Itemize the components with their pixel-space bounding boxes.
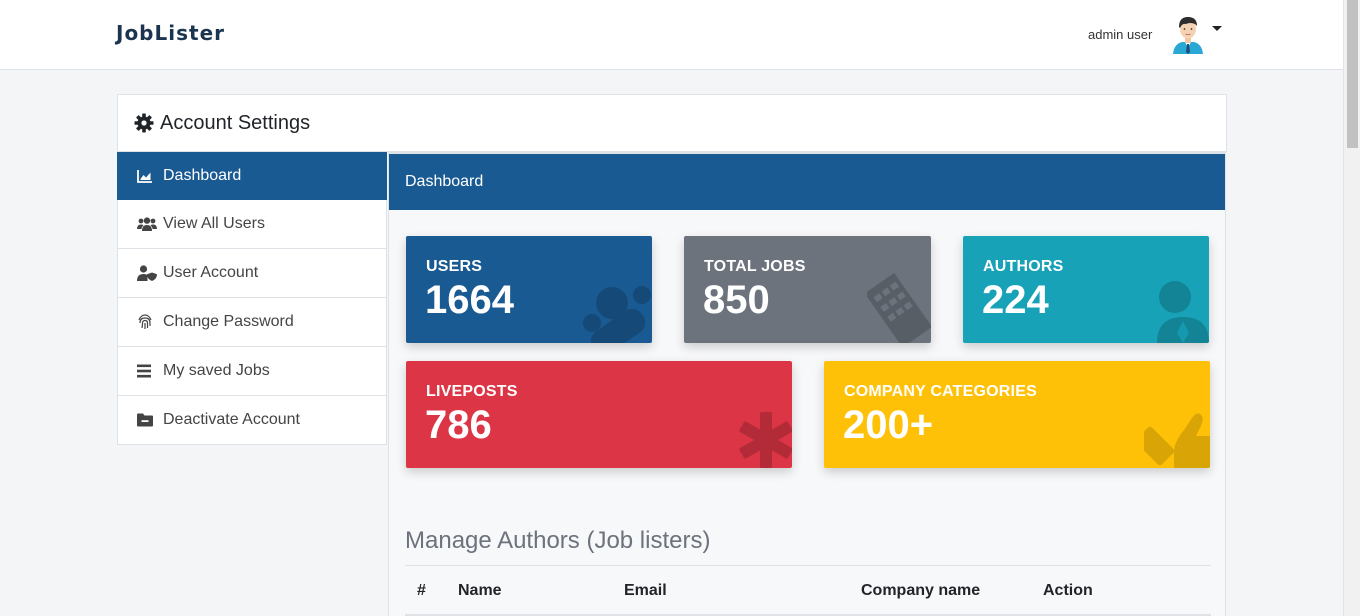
fingerprint-icon bbox=[137, 314, 157, 330]
stat-label: LIVEPOSTS bbox=[426, 383, 518, 400]
sidebar-item-label: Change Password bbox=[163, 313, 294, 330]
stat-value: 1664 bbox=[425, 278, 514, 322]
column-header-action[interactable]: Action bbox=[1043, 582, 1093, 600]
chevron-down-icon[interactable] bbox=[1212, 25, 1223, 31]
column-header-email[interactable]: Email bbox=[624, 582, 667, 600]
user-shield-icon bbox=[137, 265, 157, 281]
stat-value: 200+ bbox=[843, 403, 934, 447]
section-title: Manage Authors (Job listers) bbox=[405, 527, 711, 554]
column-header-name[interactable]: Name bbox=[458, 582, 502, 600]
main-header: Dashboard bbox=[389, 152, 1225, 210]
user-menu[interactable]: admin user bbox=[1088, 12, 1223, 56]
main-panel: Dashboard USERS 1664 TOTAL JOBS 850 AUTH… bbox=[388, 152, 1226, 616]
top-navbar: JobLister admin user bbox=[0, 0, 1343, 70]
stat-card-liveposts[interactable]: LIVEPOSTS 786 bbox=[406, 361, 792, 468]
sidebar: Dashboard View All Users User Account Ch… bbox=[117, 152, 387, 445]
sidebar-item-view-all-users[interactable]: View All Users bbox=[117, 200, 387, 249]
user-name[interactable]: admin user bbox=[1088, 27, 1152, 42]
table-header: # Name Email Company name Action bbox=[405, 565, 1211, 616]
stat-label: TOTAL JOBS bbox=[704, 258, 806, 275]
sidebar-item-label: User Account bbox=[163, 264, 259, 281]
list-icon bbox=[137, 364, 157, 378]
stat-value: 786 bbox=[425, 403, 492, 447]
sidebar-item-my-saved-jobs[interactable]: My saved Jobs bbox=[117, 347, 387, 396]
user-tie-icon bbox=[1157, 281, 1209, 343]
stat-value: 850 bbox=[703, 278, 770, 322]
users-icon bbox=[137, 217, 157, 231]
column-header-number[interactable]: # bbox=[417, 582, 426, 600]
chart-area-icon bbox=[137, 169, 157, 183]
stat-label: AUTHORS bbox=[983, 258, 1064, 275]
stat-card-total-jobs[interactable]: TOTAL JOBS 850 bbox=[684, 236, 931, 343]
column-header-company-name[interactable]: Company name bbox=[861, 582, 980, 600]
scrollbar-thumb[interactable] bbox=[1347, 0, 1358, 148]
check-icon bbox=[1144, 413, 1210, 468]
avatar[interactable] bbox=[1170, 14, 1206, 54]
account-settings-header: Account Settings bbox=[117, 94, 1227, 152]
stat-label: USERS bbox=[426, 258, 483, 275]
users-icon bbox=[583, 286, 651, 343]
stat-card-company-categories[interactable]: COMPANY CATEGORIES 200+ bbox=[824, 361, 1210, 468]
sidebar-item-label: Dashboard bbox=[163, 167, 242, 184]
sidebar-item-deactivate-account[interactable]: Deactivate Account bbox=[117, 396, 387, 445]
sidebar-item-label: My saved Jobs bbox=[163, 362, 270, 379]
sidebar-item-label: Deactivate Account bbox=[163, 411, 300, 428]
stat-card-users[interactable]: USERS 1664 bbox=[406, 236, 652, 343]
page-title: Account Settings bbox=[160, 111, 311, 134]
stat-value: 224 bbox=[982, 278, 1049, 322]
gear-icon bbox=[134, 113, 154, 133]
sidebar-item-user-account[interactable]: User Account bbox=[117, 249, 387, 298]
brand-logo[interactable]: JobLister bbox=[116, 21, 225, 45]
asterisk-icon bbox=[739, 412, 792, 468]
sidebar-item-label: View All Users bbox=[163, 215, 265, 232]
stat-label: COMPANY CATEGORIES bbox=[844, 383, 1037, 400]
stat-card-authors[interactable]: AUTHORS 224 bbox=[963, 236, 1209, 343]
sidebar-item-change-password[interactable]: Change Password bbox=[117, 298, 387, 347]
sidebar-item-dashboard[interactable]: Dashboard bbox=[117, 152, 387, 200]
scrollbar[interactable] bbox=[1343, 0, 1360, 616]
building-icon bbox=[867, 272, 931, 343]
folder-minus-icon bbox=[137, 413, 157, 427]
